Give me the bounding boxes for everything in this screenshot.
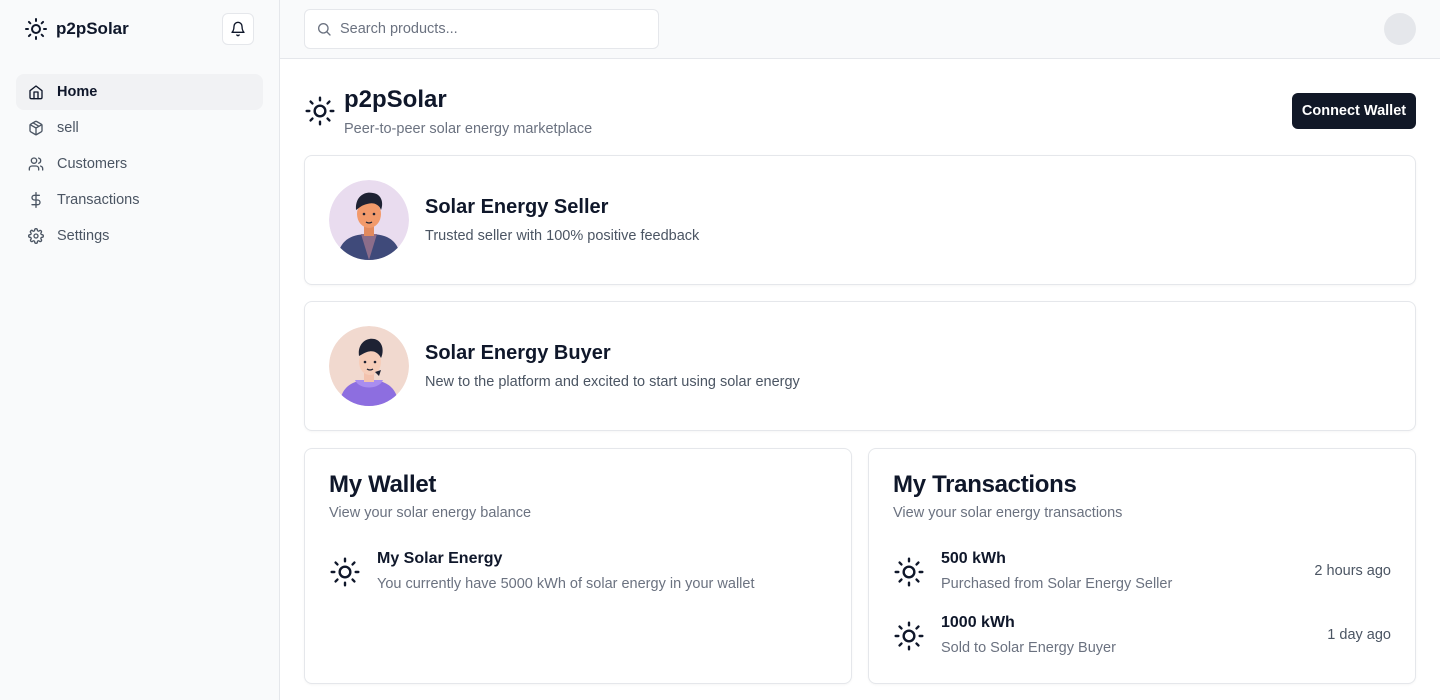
sidebar-item-label: Settings: [57, 228, 110, 244]
transaction-amount: 1000 kWh: [941, 614, 1015, 631]
sidebar-item-label: Transactions: [57, 192, 140, 208]
buyer-card[interactable]: Solar Energy Buyer New to the platform a…: [304, 301, 1416, 431]
seller-description: Trusted seller with 100% positive feedba…: [425, 228, 700, 244]
sidebar-item-transactions[interactable]: Transactions: [16, 182, 263, 218]
transaction-row[interactable]: 500 kWh Purchased from Solar Energy Sell…: [893, 550, 1391, 600]
sun-icon: [894, 557, 924, 587]
sidebar-item-sell[interactable]: sell: [16, 110, 263, 146]
wallet-item-description: You currently have 5000 kWh of solar ene…: [377, 576, 755, 592]
wallet-panel: My Wallet View your solar energy balance…: [304, 448, 852, 684]
seller-card[interactable]: Solar Energy Seller Trusted seller with …: [304, 155, 1416, 285]
wallet-item-title: My Solar Energy: [377, 550, 503, 567]
search-input[interactable]: [340, 21, 640, 37]
home-icon: [29, 85, 43, 100]
buyer-description: New to the platform and excited to start…: [425, 374, 800, 390]
seller-name: Solar Energy Seller: [425, 196, 609, 218]
sidebar-item-customers[interactable]: Customers: [16, 146, 263, 182]
seller-avatar: [329, 180, 409, 260]
sidebar: p2pSolar Home sell Customers Transaction…: [0, 0, 280, 700]
wallet-subtitle: View your solar energy balance: [329, 505, 532, 521]
sun-icon: [330, 557, 360, 587]
transactions-title: My Transactions: [893, 471, 1077, 498]
transaction-description: Sold to Solar Energy Buyer: [941, 640, 1116, 656]
main-content: p2pSolar Peer-to-peer solar energy marke…: [304, 59, 1416, 684]
transaction-time: 2 hours ago: [1314, 563, 1391, 579]
sidebar-item-settings[interactable]: Settings: [16, 218, 263, 254]
topbar: [280, 0, 1440, 59]
search-icon: [318, 23, 331, 36]
notifications-button[interactable]: [222, 13, 254, 45]
sun-logo-icon: [25, 18, 47, 40]
user-avatar[interactable]: [1384, 13, 1416, 45]
wallet-item: My Solar Energy You currently have 5000 …: [329, 550, 827, 600]
transaction-amount: 500 kWh: [941, 550, 1006, 567]
sidebar-header: p2pSolar: [0, 0, 279, 58]
sidebar-item-label: sell: [57, 120, 79, 136]
sidebar-nav: Home sell Customers Transactions Setting…: [0, 58, 279, 254]
sidebar-item-label: Customers: [57, 156, 128, 172]
brand-name: p2pSolar: [56, 19, 129, 38]
sun-icon: [305, 96, 335, 126]
transactions-panel: My Transactions View your solar energy t…: [868, 448, 1416, 684]
sun-icon: [894, 621, 924, 651]
users-icon: [28, 157, 44, 171]
package-icon: [29, 120, 43, 136]
transaction-row[interactable]: 1000 kWh Sold to Solar Energy Buyer 1 da…: [893, 614, 1391, 664]
sidebar-item-home[interactable]: Home: [16, 74, 263, 110]
sidebar-item-label: Home: [57, 84, 98, 100]
page-header: p2pSolar Peer-to-peer solar energy marke…: [304, 59, 1416, 155]
buyer-name: Solar Energy Buyer: [425, 342, 611, 364]
connect-wallet-button[interactable]: Connect Wallet: [1292, 93, 1416, 129]
page-title: p2pSolar: [344, 86, 447, 113]
search-box[interactable]: [304, 9, 659, 49]
transaction-description: Purchased from Solar Energy Seller: [941, 576, 1173, 592]
wallet-title: My Wallet: [329, 471, 437, 498]
gear-icon: [28, 228, 44, 244]
buyer-avatar: [329, 326, 409, 406]
transactions-subtitle: View your solar energy transactions: [893, 505, 1123, 521]
transaction-time: 1 day ago: [1327, 627, 1391, 643]
brand[interactable]: p2pSolar: [24, 17, 129, 41]
bell-icon: [231, 21, 245, 37]
dollar-icon: [31, 192, 41, 208]
page-subtitle: Peer-to-peer solar energy marketplace: [344, 121, 593, 137]
